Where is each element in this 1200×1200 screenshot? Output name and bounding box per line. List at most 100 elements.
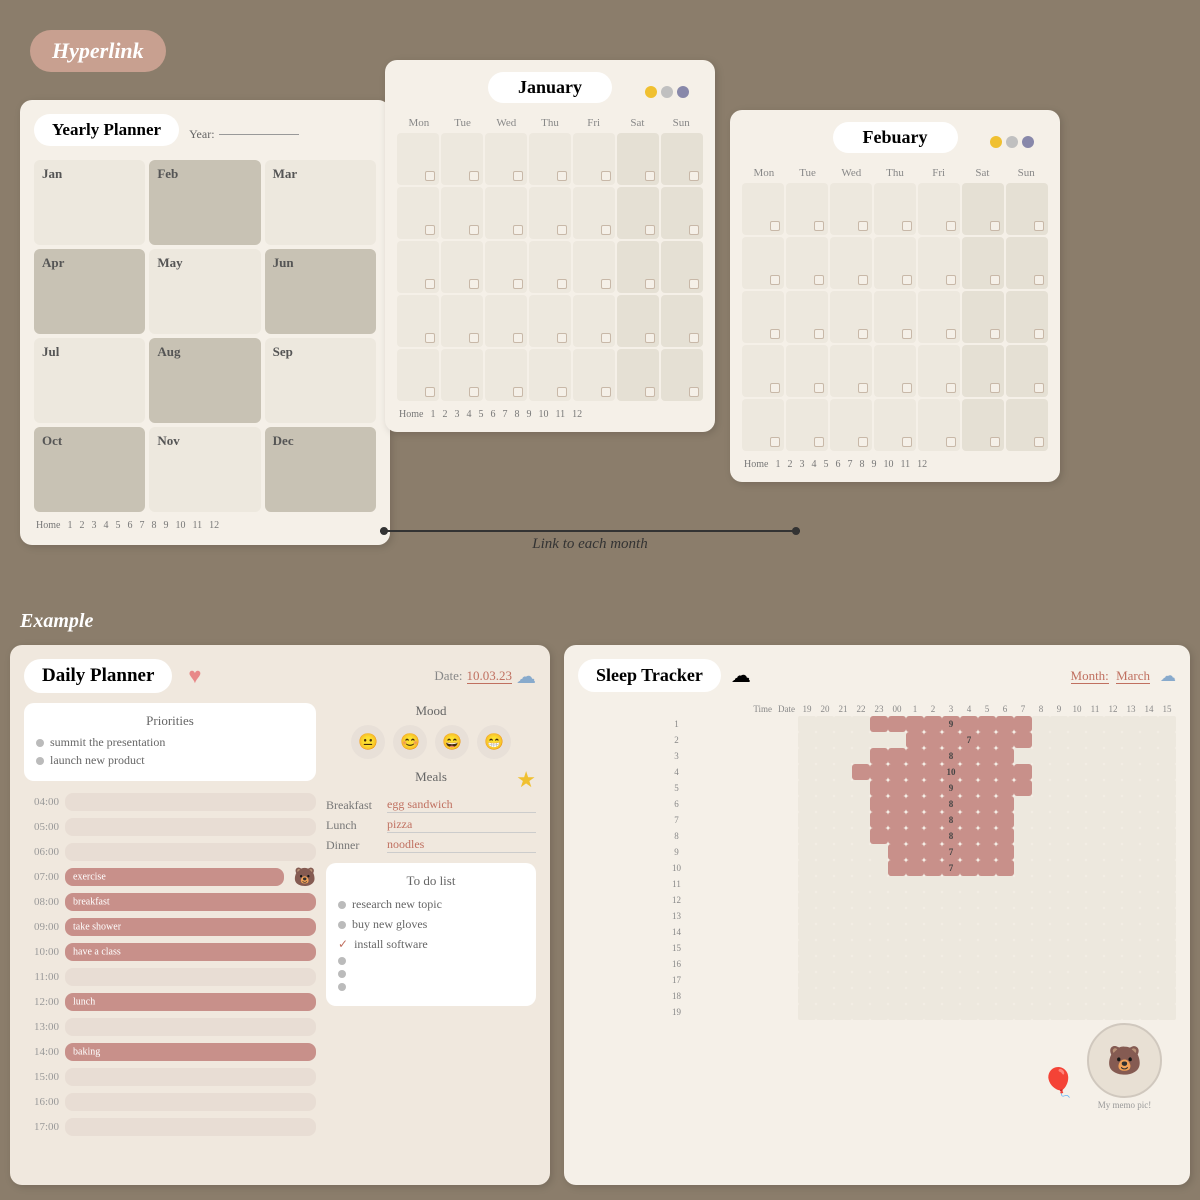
cell-checkbox[interactable] bbox=[557, 387, 567, 397]
cell-checkbox[interactable] bbox=[770, 329, 780, 339]
mood-face[interactable]: 😄 bbox=[435, 725, 469, 759]
cell-checkbox[interactable] bbox=[946, 383, 956, 393]
nav-item[interactable]: 10 bbox=[536, 409, 550, 420]
nav-item[interactable]: 12 bbox=[207, 520, 221, 531]
cell-checkbox[interactable] bbox=[689, 333, 699, 343]
cell-checkbox[interactable] bbox=[902, 329, 912, 339]
cell-checkbox[interactable] bbox=[601, 333, 611, 343]
cell-checkbox[interactable] bbox=[946, 437, 956, 447]
nav-item[interactable]: 8 bbox=[149, 520, 158, 531]
month-cell-mar[interactable]: Mar bbox=[265, 160, 376, 245]
mood-face[interactable]: 😊 bbox=[393, 725, 427, 759]
month-cell-aug[interactable]: Aug bbox=[149, 338, 260, 423]
hyperlink-badge[interactable]: Hyperlink bbox=[30, 30, 166, 72]
month-cell-jun[interactable]: Jun bbox=[265, 249, 376, 334]
cell-checkbox[interactable] bbox=[513, 279, 523, 289]
nav-item[interactable]: 4 bbox=[464, 409, 473, 420]
cell-checkbox[interactable] bbox=[645, 387, 655, 397]
month-cell-feb[interactable]: Feb bbox=[149, 160, 260, 245]
nav-item[interactable]: 7 bbox=[845, 459, 854, 470]
nav-item[interactable]: 5 bbox=[821, 459, 830, 470]
nav-item[interactable]: 1 bbox=[65, 520, 74, 531]
january-nav[interactable]: Home123456789101112 bbox=[397, 409, 703, 420]
cell-checkbox[interactable] bbox=[689, 171, 699, 181]
cell-checkbox[interactable] bbox=[1034, 221, 1044, 231]
cell-checkbox[interactable] bbox=[946, 221, 956, 231]
nav-item[interactable]: Home bbox=[742, 459, 770, 470]
cell-checkbox[interactable] bbox=[770, 275, 780, 285]
nav-item[interactable]: 3 bbox=[452, 409, 461, 420]
cell-checkbox[interactable] bbox=[425, 333, 435, 343]
nav-item[interactable]: 5 bbox=[113, 520, 122, 531]
cell-checkbox[interactable] bbox=[770, 437, 780, 447]
cell-checkbox[interactable] bbox=[858, 329, 868, 339]
cell-checkbox[interactable] bbox=[469, 279, 479, 289]
cell-checkbox[interactable] bbox=[814, 221, 824, 231]
cell-checkbox[interactable] bbox=[601, 225, 611, 235]
nav-item[interactable]: 9 bbox=[524, 409, 533, 420]
cell-checkbox[interactable] bbox=[770, 383, 780, 393]
cell-checkbox[interactable] bbox=[557, 333, 567, 343]
month-cell-apr[interactable]: Apr bbox=[34, 249, 145, 334]
month-cell-nov[interactable]: Nov bbox=[149, 427, 260, 512]
cell-checkbox[interactable] bbox=[425, 225, 435, 235]
cell-checkbox[interactable] bbox=[513, 387, 523, 397]
cell-checkbox[interactable] bbox=[814, 275, 824, 285]
cell-checkbox[interactable] bbox=[689, 225, 699, 235]
cell-checkbox[interactable] bbox=[645, 279, 655, 289]
nav-item[interactable]: 6 bbox=[488, 409, 497, 420]
yearly-nav[interactable]: Home123456789101112 bbox=[34, 520, 376, 531]
cell-checkbox[interactable] bbox=[814, 383, 824, 393]
nav-item[interactable]: Home bbox=[397, 409, 425, 420]
cell-checkbox[interactable] bbox=[469, 387, 479, 397]
cell-checkbox[interactable] bbox=[689, 279, 699, 289]
cell-checkbox[interactable] bbox=[557, 225, 567, 235]
cell-checkbox[interactable] bbox=[557, 279, 567, 289]
cell-checkbox[interactable] bbox=[645, 225, 655, 235]
cell-checkbox[interactable] bbox=[990, 329, 1000, 339]
cell-checkbox[interactable] bbox=[425, 279, 435, 289]
cell-checkbox[interactable] bbox=[1034, 329, 1044, 339]
cell-checkbox[interactable] bbox=[689, 387, 699, 397]
nav-item[interactable]: 1 bbox=[773, 459, 782, 470]
cell-checkbox[interactable] bbox=[425, 387, 435, 397]
cell-checkbox[interactable] bbox=[601, 171, 611, 181]
nav-item[interactable]: 11 bbox=[190, 520, 204, 531]
nav-item[interactable]: 11 bbox=[898, 459, 912, 470]
cell-checkbox[interactable] bbox=[902, 275, 912, 285]
month-cell-dec[interactable]: Dec bbox=[265, 427, 376, 512]
cell-checkbox[interactable] bbox=[858, 221, 868, 231]
cell-checkbox[interactable] bbox=[858, 383, 868, 393]
nav-item[interactable]: 2 bbox=[440, 409, 449, 420]
nav-item[interactable]: 3 bbox=[89, 520, 98, 531]
cell-checkbox[interactable] bbox=[469, 333, 479, 343]
cell-checkbox[interactable] bbox=[946, 329, 956, 339]
cell-checkbox[interactable] bbox=[902, 383, 912, 393]
cell-checkbox[interactable] bbox=[469, 171, 479, 181]
nav-item[interactable]: 6 bbox=[833, 459, 842, 470]
month-cell-oct[interactable]: Oct bbox=[34, 427, 145, 512]
nav-item[interactable]: 4 bbox=[809, 459, 818, 470]
nav-item[interactable]: 10 bbox=[881, 459, 895, 470]
cell-checkbox[interactable] bbox=[814, 437, 824, 447]
month-cell-jan[interactable]: Jan bbox=[34, 160, 145, 245]
cell-checkbox[interactable] bbox=[601, 387, 611, 397]
nav-item[interactable]: 6 bbox=[125, 520, 134, 531]
nav-item[interactable]: 4 bbox=[101, 520, 110, 531]
nav-item[interactable]: 12 bbox=[570, 409, 584, 420]
cell-checkbox[interactable] bbox=[902, 437, 912, 447]
cell-checkbox[interactable] bbox=[601, 279, 611, 289]
nav-item[interactable]: 2 bbox=[785, 459, 794, 470]
cell-checkbox[interactable] bbox=[1034, 275, 1044, 285]
nav-item[interactable]: 9 bbox=[161, 520, 170, 531]
cell-checkbox[interactable] bbox=[902, 221, 912, 231]
cell-checkbox[interactable] bbox=[990, 221, 1000, 231]
month-cell-jul[interactable]: Jul bbox=[34, 338, 145, 423]
cell-checkbox[interactable] bbox=[1034, 437, 1044, 447]
cell-checkbox[interactable] bbox=[425, 171, 435, 181]
mood-face[interactable]: 😁 bbox=[477, 725, 511, 759]
nav-item[interactable]: Home bbox=[34, 520, 62, 531]
nav-item[interactable]: 7 bbox=[500, 409, 509, 420]
cell-checkbox[interactable] bbox=[858, 275, 868, 285]
cell-checkbox[interactable] bbox=[946, 275, 956, 285]
